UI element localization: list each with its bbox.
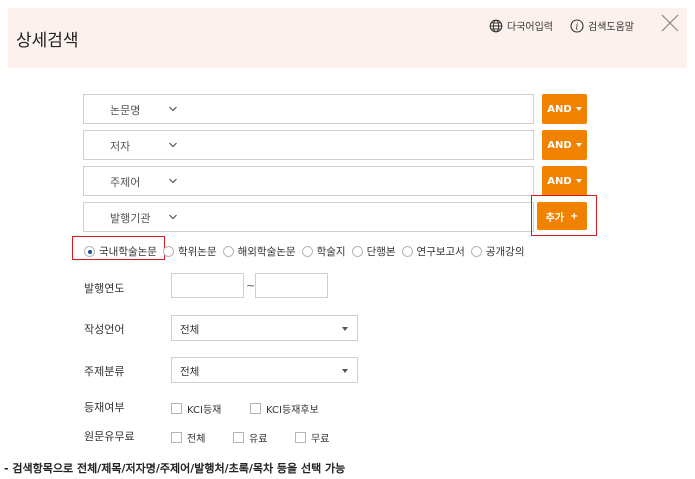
field-select-label: 저자 [110,140,131,153]
field-select-label: 논문명 [110,104,141,117]
subject-select[interactable]: 전체 [171,357,358,383]
listing-option-kci[interactable]: KCI등재 [171,401,221,416]
search-note: - 검색항목으로 전체/제목/저자명/주제어/발행처/초록/목차 등을 선택 가… [4,462,346,475]
listing-label: 등재여부 [84,401,125,414]
operator-button[interactable]: AND [542,166,587,196]
globe-icon [489,19,503,33]
caret-down-icon [342,327,348,331]
multi-language-input-button[interactable]: 다국어입력 [489,18,553,33]
checkbox-label: 무료 [311,434,330,445]
listing-option-kci-candidate[interactable]: KCI등재후보 [250,401,319,416]
radio-button[interactable] [222,246,234,257]
search-header: 상세검색 다국어입력 i 검색도움말 [8,8,687,68]
fee-option-free[interactable]: 무료 [295,430,329,445]
field-select[interactable]: 논문명 [84,95,194,123]
fee-label: 원문유무료 [84,430,135,443]
checkbox-label: 유료 [249,434,268,445]
operator-label: AND [547,139,572,151]
year-separator: ~ [246,279,256,292]
search-field-row[interactable]: 논문명 [83,94,534,124]
caret-down-icon [575,107,582,111]
checkbox-label: 전체 [187,434,206,445]
radio-button[interactable] [470,246,482,257]
checkbox[interactable] [171,432,182,443]
type-radio-foreign-papers[interactable]: 해외학술논문 [222,244,296,259]
close-icon[interactable] [659,12,681,34]
checkbox[interactable] [250,403,261,414]
language-select[interactable]: 전체 [171,315,358,341]
operator-label: AND [547,175,572,187]
info-icon: i [570,18,584,33]
caret-down-icon [575,179,582,183]
type-radio-journals[interactable]: 학술지 [301,244,346,259]
field-select-label: 주제어 [110,176,141,189]
year-from-input[interactable] [171,273,244,298]
type-radio-domestic-papers[interactable]: 국내학술논문 [84,244,157,259]
search-help-button[interactable]: i 검색도움말 [570,18,634,33]
radio-button[interactable] [351,246,363,257]
search-help-label: 검색도움말 [588,22,634,33]
radio-label: 학술지 [316,246,346,258]
plus-icon: + [570,210,579,222]
language-label: 작성언어 [84,323,125,336]
language-select-value: 전체 [180,324,200,336]
chevron-down-icon [168,140,178,150]
type-radio-theses[interactable]: 학위논문 [162,244,217,259]
radio-button[interactable] [401,246,413,257]
caret-down-icon [575,143,582,147]
field-select[interactable]: 주제어 [84,167,194,195]
type-radio-books[interactable]: 단행본 [351,244,396,259]
fee-option-paid[interactable]: 유료 [233,430,267,445]
fee-option-all[interactable]: 전체 [171,430,205,445]
subject-select-value: 전체 [180,366,200,378]
radio-label: 해외학술논문 [237,246,296,258]
field-select[interactable]: 발행기관 [84,203,194,231]
radio-label: 국내학술논문 [99,246,157,258]
checkbox-label: KCI등재 [187,405,222,416]
field-select-label: 발행기관 [110,212,151,225]
chevron-down-icon [168,104,178,114]
radio-label: 연구보고서 [416,246,465,258]
search-field-row[interactable]: 발행기관 [83,202,534,232]
add-field-button[interactable]: 추가 + [537,202,587,230]
search-field-row[interactable]: 저자 [83,130,534,160]
chevron-down-icon [168,176,178,186]
year-to-input[interactable] [255,273,328,298]
radio-button[interactable] [84,246,95,257]
type-radio-lectures[interactable]: 공개강의 [470,244,525,259]
svg-text:i: i [576,22,579,32]
radio-button[interactable] [301,246,313,257]
type-radio-reports[interactable]: 연구보고서 [401,244,465,259]
caret-down-icon [342,369,348,373]
chevron-down-icon [168,212,178,222]
checkbox[interactable] [171,403,182,414]
add-label: 추가 [545,212,564,224]
field-select[interactable]: 저자 [84,131,194,159]
radio-label: 학위논문 [177,246,217,258]
radio-label: 공개강의 [485,246,525,258]
subject-label: 주제분류 [84,365,125,378]
year-label: 발행연도 [84,282,125,295]
checkbox-label: KCI등재후보 [266,405,319,416]
page-title: 상세검색 [16,31,79,51]
radio-label: 단행본 [366,246,396,258]
operator-button[interactable]: AND [542,130,587,160]
checkbox[interactable] [295,432,306,443]
radio-button[interactable] [162,246,174,257]
operator-button[interactable]: AND [542,94,587,124]
publication-type-radios: 국내학술논문 학위논문 해외학술논문 학술지 단행본 연구보고서 공개강의 [84,244,531,259]
search-field-row[interactable]: 주제어 [83,166,534,196]
multi-language-label: 다국어입력 [507,22,553,33]
operator-label: AND [547,103,572,115]
checkbox[interactable] [233,432,244,443]
